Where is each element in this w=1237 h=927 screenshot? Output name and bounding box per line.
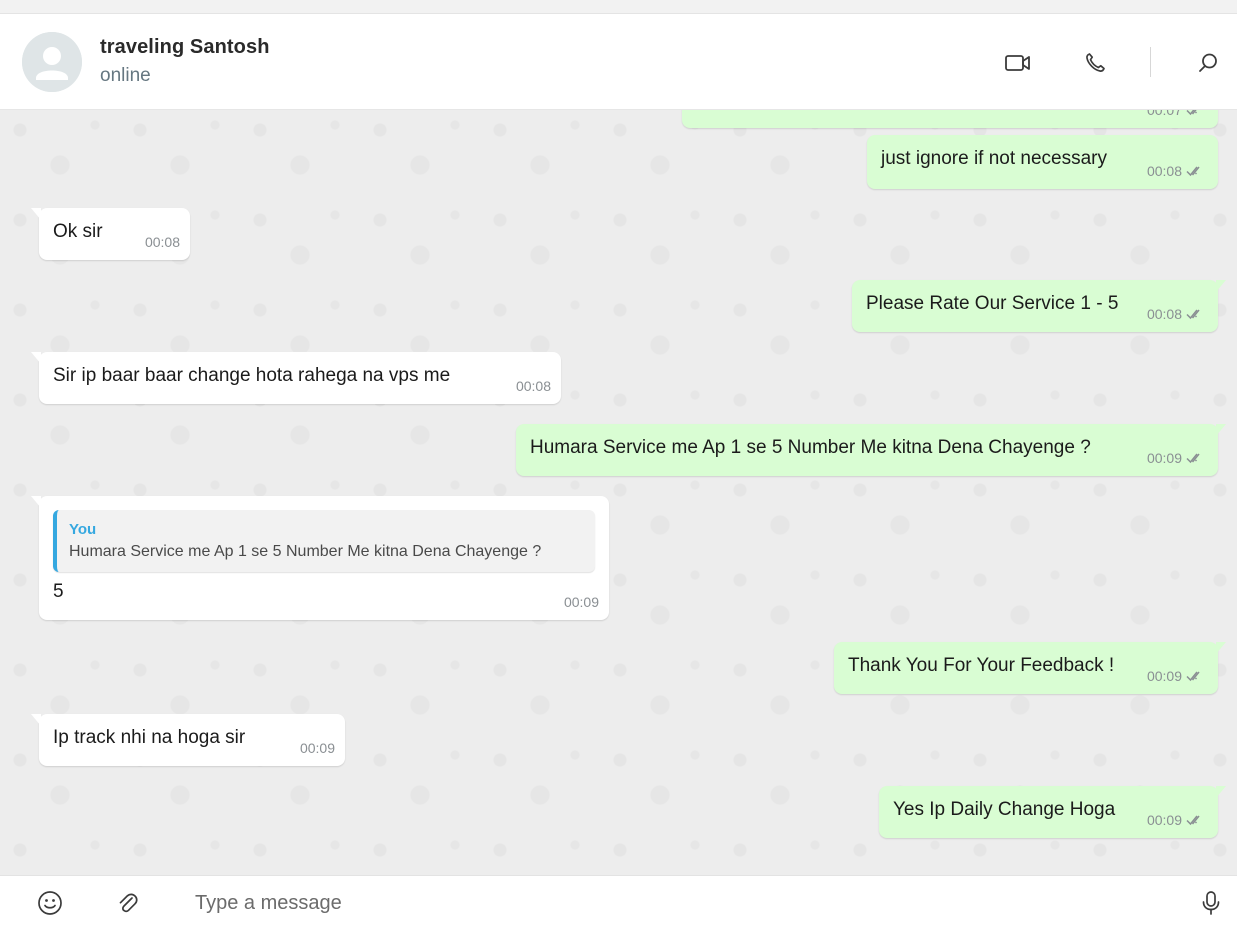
- message-time: 00:08: [144, 234, 180, 250]
- message-time: 00:09: [1146, 668, 1182, 684]
- message-outgoing[interactable]: Humara Service me Ap 1 se 5 Number Me ki…: [516, 424, 1226, 476]
- message-text: Yes Ip Daily Change Hoga: [893, 799, 1116, 820]
- message-outgoing[interactable]: just ignore if not necessary 00:08: [867, 135, 1218, 189]
- message-text: just ignore if not necessary: [881, 148, 1108, 169]
- message-incoming[interactable]: Sir ip baar baar change hota rahega na v…: [31, 352, 561, 404]
- message-time: 00:09: [1146, 450, 1182, 466]
- quoted-text: Humara Service me Ap 1 se 5 Number Me ki…: [69, 543, 542, 560]
- chat-header: traveling Santosh online: [0, 14, 1237, 110]
- message-time: 00:09: [563, 594, 599, 610]
- message-meta: 00:07: [1147, 110, 1204, 122]
- message-text: Sir ip baar baar change hota rahega na v…: [53, 365, 451, 386]
- double-tick-icon: [1186, 671, 1200, 682]
- message-meta: 00:09: [1147, 664, 1204, 688]
- message-incoming[interactable]: Ip track nhi na hoga sir 00:09: [31, 714, 345, 766]
- chat-area[interactable]: 00:07 just ignore if not necessary 00:08…: [0, 110, 1237, 875]
- message-text: 5: [53, 581, 64, 602]
- contact-name[interactable]: traveling Santosh: [100, 36, 270, 59]
- message-time: 00:08: [515, 378, 551, 394]
- microphone-icon: [1202, 891, 1220, 915]
- message-incoming-reply[interactable]: You Humara Service me Ap 1 se 5 Number M…: [31, 496, 609, 620]
- search-button[interactable]: [1193, 48, 1223, 78]
- message-outgoing[interactable]: Yes Ip Daily Change Hoga 00:09: [879, 786, 1226, 838]
- message-time: 00:08: [1146, 306, 1182, 322]
- double-tick-icon: [1186, 453, 1200, 464]
- message-text: Humara Service me Ap 1 se 5 Number Me ki…: [530, 437, 1091, 458]
- message-text: Ip track nhi na hoga sir: [53, 727, 246, 748]
- emoji-button[interactable]: [35, 888, 65, 918]
- message-text: Please Rate Our Service 1 - 5: [866, 293, 1119, 314]
- voice-call-icon: [1086, 53, 1105, 72]
- message-meta: 00:09: [1147, 808, 1204, 832]
- attach-icon: [119, 893, 138, 913]
- attach-button[interactable]: [112, 888, 142, 918]
- message-meta: 00:08: [1147, 159, 1204, 183]
- double-tick-icon: [1186, 309, 1200, 320]
- message-time: 00:09: [1146, 812, 1182, 828]
- video-call-icon: [1005, 55, 1030, 71]
- message-composer: [0, 875, 1237, 927]
- message-incoming[interactable]: Ok sir 00:08: [31, 208, 190, 260]
- window-top-strip: [0, 0, 1237, 14]
- message-outgoing[interactable]: 00:07: [682, 110, 1218, 128]
- header-divider: [1150, 47, 1151, 77]
- avatar[interactable]: [22, 32, 82, 92]
- voice-message-button[interactable]: [1196, 888, 1226, 918]
- search-icon: [1199, 53, 1217, 72]
- message-time: 00:08: [1146, 163, 1182, 179]
- double-tick-icon: [1186, 815, 1200, 826]
- quoted-author: You: [69, 521, 97, 538]
- message-meta: 00:08: [1147, 302, 1204, 326]
- message-meta: 00:09: [1147, 446, 1204, 470]
- message-outgoing[interactable]: Please Rate Our Service 1 - 5 00:08: [852, 280, 1226, 332]
- double-tick-icon: [1186, 110, 1198, 116]
- default-avatar-icon: [22, 32, 82, 92]
- emoji-icon: [38, 891, 62, 915]
- message-text: Thank You For Your Feedback !: [848, 655, 1115, 676]
- message-time: 00:07: [1146, 110, 1182, 118]
- message-time: 00:09: [299, 740, 335, 756]
- message-input[interactable]: [180, 886, 1160, 920]
- voice-call-button[interactable]: [1080, 48, 1110, 78]
- video-call-button[interactable]: [1003, 48, 1033, 78]
- double-tick-icon: [1186, 166, 1200, 177]
- message-outgoing[interactable]: Thank You For Your Feedback ! 00:09: [834, 642, 1226, 694]
- quoted-message[interactable]: You Humara Service me Ap 1 se 5 Number M…: [53, 510, 595, 572]
- message-text: Ok sir: [53, 221, 103, 242]
- contact-status: online: [100, 65, 151, 86]
